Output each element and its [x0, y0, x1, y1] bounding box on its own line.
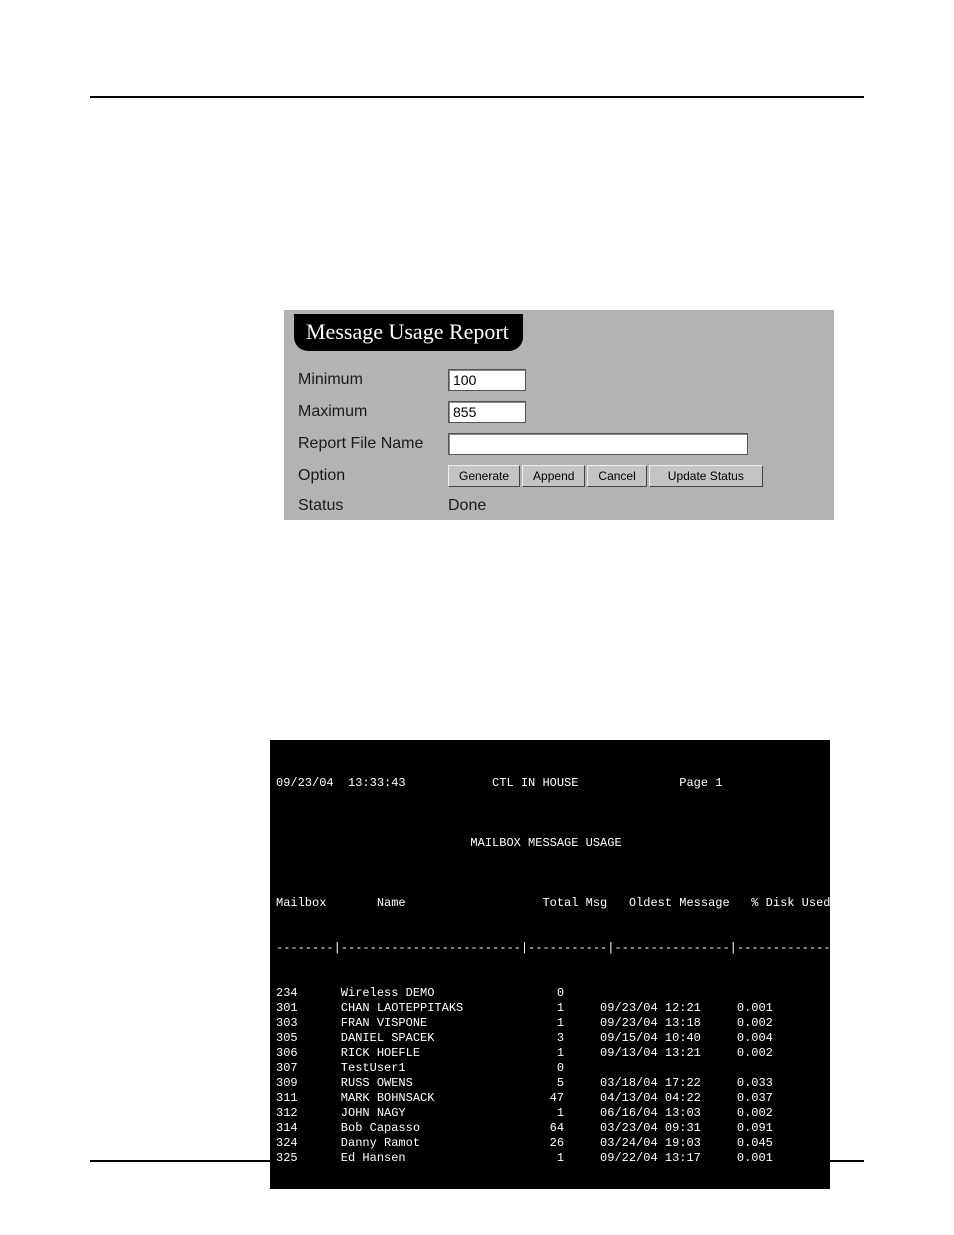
panel-title: Message Usage Report — [294, 314, 523, 351]
top-rule — [90, 96, 864, 98]
terminal-row: 305 DANIEL SPACEK 3 09/15/04 10:40 0.004 — [276, 1031, 822, 1046]
minimum-input[interactable] — [448, 369, 526, 391]
terminal-rows: 234 Wireless DEMO 0 301 CHAN LAOTEPPITAK… — [276, 986, 822, 1166]
report-file-name-input[interactable] — [448, 433, 748, 455]
generate-button[interactable]: Generate — [448, 465, 520, 487]
status-value: Done — [448, 497, 834, 515]
terminal-header: 09/23/04 13:33:43 CTL IN HOUSE Page 1 — [276, 776, 822, 791]
terminal-row: 324 Danny Ramot 26 03/24/04 19:03 0.045 — [276, 1136, 822, 1151]
terminal-row: 307 TestUser1 0 — [276, 1061, 822, 1076]
terminal-row: 325 Ed Hansen 1 09/22/04 13:17 0.001 — [276, 1151, 822, 1166]
terminal-row: 303 FRAN VISPONE 1 09/23/04 13:18 0.002 — [276, 1016, 822, 1031]
cancel-button[interactable]: Cancel — [587, 465, 646, 487]
terminal-row: 306 RICK HOEFLE 1 09/13/04 13:21 0.002 — [276, 1046, 822, 1061]
terminal-row: 312 JOHN NAGY 1 06/16/04 13:03 0.002 — [276, 1106, 822, 1121]
terminal-blank-1 — [290, 806, 297, 820]
terminal-output: 09/23/04 13:33:43 CTL IN HOUSE Page 1 MA… — [270, 740, 830, 1189]
terminal-blank-2 — [290, 866, 297, 880]
terminal-columns: Mailbox Name Total Msg Oldest Message % … — [276, 896, 822, 911]
form-grid: Minimum Maximum Report File Name Option … — [298, 369, 834, 515]
terminal-row: 309 RUSS OWENS 5 03/18/04 17:22 0.033 — [276, 1076, 822, 1091]
option-label: Option — [298, 467, 448, 485]
maximum-input[interactable] — [448, 401, 526, 423]
maximum-label: Maximum — [298, 403, 448, 421]
append-button[interactable]: Append — [522, 465, 585, 487]
report-file-name-label: Report File Name — [298, 435, 448, 453]
terminal-title: MAILBOX MESSAGE USAGE — [276, 836, 822, 851]
minimum-label: Minimum — [298, 371, 448, 389]
terminal-row: 301 CHAN LAOTEPPITAKS 1 09/23/04 12:21 0… — [276, 1001, 822, 1016]
status-label: Status — [298, 497, 448, 515]
terminal-row: 311 MARK BOHNSACK 47 04/13/04 04:22 0.03… — [276, 1091, 822, 1106]
terminal-row: 314 Bob Capasso 64 03/23/04 09:31 0.091 — [276, 1121, 822, 1136]
terminal-row: 234 Wireless DEMO 0 — [276, 986, 822, 1001]
option-button-row: Generate Append Cancel Update Status — [448, 465, 834, 487]
report-panel: Message Usage Report Minimum Maximum Rep… — [284, 310, 834, 520]
update-status-button[interactable]: Update Status — [649, 465, 763, 487]
terminal-separator: --------|-------------------------|-----… — [276, 941, 822, 956]
